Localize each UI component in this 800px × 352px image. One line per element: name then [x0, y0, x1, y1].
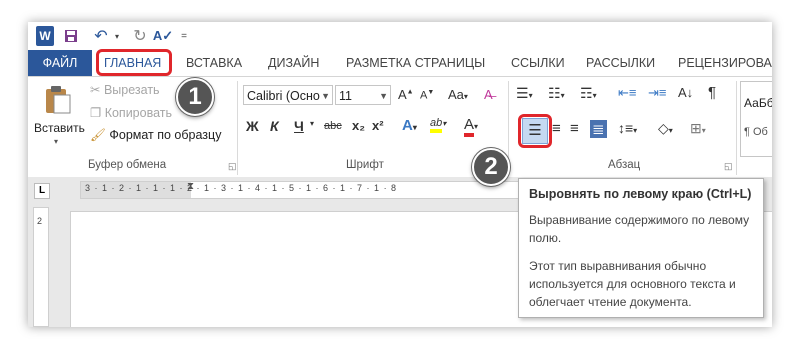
format-painter-label: Формат по образцу [109, 128, 222, 142]
redo-icon[interactable]: ↻ [130, 26, 150, 46]
spellcheck-icon[interactable]: A✓ [152, 26, 174, 46]
line-spacing-button[interactable]: ↕≡▾ [618, 120, 637, 136]
ribbon-home: Вставить ▾ ✂ Вырезать ❐ Копировать 🖌 Фор… [28, 76, 772, 178]
numbered-list-icon: ☷ [548, 85, 561, 101]
paragraph-group-label: Абзац [608, 159, 641, 171]
tab-mailings[interactable]: РАССЫЛКИ [586, 50, 655, 76]
line-spacing-icon: ↕≡ [618, 120, 634, 136]
underline-button[interactable]: Ч [294, 118, 304, 134]
cut-label: Вырезать [103, 83, 160, 97]
quick-access-toolbar: W ↶ ▾ ↻ A✓ = [28, 22, 772, 50]
borders-icon: ⊞ [690, 120, 702, 136]
font-name-select[interactable]: Calibri (Осно ▼ [243, 85, 333, 105]
tooltip-line2: Этот тип выравнивания обычно используетс… [529, 259, 736, 309]
change-case-icon: Aa [448, 87, 464, 102]
indent-marker-icon[interactable]: ⧗ [187, 181, 194, 192]
text-effects-icon: A [402, 117, 413, 134]
borders-button[interactable]: ⊞▾ [690, 120, 706, 137]
align-right-icon[interactable]: ≡ [570, 120, 579, 137]
subscript-button[interactable]: x₂ [352, 118, 365, 133]
style-preview: АаБб [744, 96, 772, 110]
paste-dropdown-icon: ▾ [54, 137, 59, 146]
tooltip-title: Выровнять по левому краю (Ctrl+L) [529, 187, 752, 201]
step-badge-2: 2 [472, 148, 510, 186]
change-case-button[interactable]: Aa▾ [448, 87, 468, 102]
bullet-list-icon: ☰ [516, 85, 529, 101]
shading-button[interactable]: ◇▾ [658, 120, 673, 137]
tab-file[interactable]: ФАЙЛ [28, 50, 92, 76]
vertical-ruler-mark: 2 [37, 216, 43, 226]
paste-button[interactable]: Вставить ▾ [34, 83, 85, 155]
copy-icon: ❐ [90, 106, 105, 120]
font-size-value: 11 [339, 89, 352, 103]
increase-indent-icon[interactable]: ⇥≡ [648, 85, 666, 101]
superscript-button[interactable]: x² [372, 118, 384, 133]
justify-icon[interactable]: ≣ [590, 120, 607, 138]
tab-selector[interactable]: L [34, 183, 50, 199]
italic-button[interactable]: К [270, 118, 279, 134]
clipboard-launcher-icon[interactable]: ◱ [228, 161, 237, 172]
tooltip-line1: Выравнивание содержимого по левому полю. [529, 213, 750, 245]
numbering-button[interactable]: ☷▾ [548, 85, 565, 102]
style-normal[interactable]: АаБб ¶ Об [740, 81, 772, 157]
home-tab-highlight [96, 49, 172, 76]
sort-icon[interactable]: A↓ [678, 85, 693, 100]
tab-design[interactable]: ДИЗАЙН [268, 50, 319, 76]
separator [736, 81, 737, 175]
tab-insert[interactable]: ВСТАВКА [186, 50, 242, 76]
tab-review[interactable]: РЕЦЕНЗИРОВАН [678, 50, 772, 76]
font-color-icon: A [464, 116, 475, 137]
shrink-font-button[interactable]: A▼ [420, 89, 434, 102]
multilevel-list-button[interactable]: ☶▾ [580, 85, 597, 102]
font-name-value: Calibri (Осно [247, 89, 320, 103]
format-painter-button[interactable]: 🖌 Формат по образцу [90, 128, 221, 143]
clipboard-group-label: Буфер обмена [88, 159, 167, 171]
scissors-icon: ✂ [90, 83, 104, 97]
separator [237, 81, 238, 175]
font-size-select[interactable]: 11 ▼ [335, 85, 391, 105]
save-icon[interactable] [62, 26, 80, 46]
decrease-indent-icon[interactable]: ⇤≡ [618, 85, 636, 101]
customize-qat-icon[interactable]: = [178, 26, 190, 46]
bold-button[interactable]: Ж [246, 118, 259, 134]
multilevel-list-icon: ☶ [580, 85, 593, 101]
brush-icon: 🖌 [90, 128, 106, 142]
clear-formatting-icon[interactable]: A̶ [484, 87, 493, 102]
font-color-button[interactable]: A▾ [464, 116, 478, 137]
copy-button[interactable]: ❐ Копировать [90, 105, 172, 120]
strikethrough-button[interactable]: abc [324, 120, 342, 132]
word-app-icon[interactable]: W [36, 26, 54, 46]
grow-font-icon: A [398, 87, 407, 102]
cut-button[interactable]: ✂ Вырезать [90, 82, 160, 97]
highlight-icon: ab [430, 117, 443, 133]
paste-label: Вставить [34, 121, 85, 135]
style-name: ¶ Об [744, 126, 768, 138]
step-badge-1: 1 [176, 78, 214, 116]
ruler-ticks: 3 · 1 · 2 · 1 · 1 · 1 · 2 · 1 · 3 · 1 · … [85, 183, 398, 193]
paragraph-launcher-icon[interactable]: ◱ [724, 161, 733, 172]
bullets-button[interactable]: ☰▾ [516, 85, 533, 102]
clipboard-icon [46, 86, 71, 114]
word-window: W ↶ ▾ ↻ A✓ = ФАЙЛ ГЛАВНАЯ ВСТАВКА ДИЗАЙН… [28, 22, 772, 327]
align-center-icon[interactable]: ≡ [552, 120, 561, 137]
grow-font-button[interactable]: A▲ [398, 87, 414, 102]
vertical-ruler[interactable]: 2 [33, 207, 49, 327]
underline-dropdown-icon[interactable]: ▾ [310, 119, 314, 128]
tab-references[interactable]: ССЫЛКИ [511, 50, 565, 76]
horizontal-ruler[interactable]: 3 · 1 · 2 · 1 · 1 · 1 · 2 · 1 · 3 · 1 · … [80, 181, 550, 199]
copy-label: Копировать [104, 106, 172, 120]
chevron-down-icon: ▼ [321, 91, 330, 101]
font-group-label: Шрифт [346, 159, 384, 171]
chevron-down-icon: ▼ [379, 91, 388, 101]
highlight-button[interactable]: ab▾ [430, 117, 446, 133]
text-effects-button[interactable]: A▾ [402, 117, 417, 134]
show-marks-button[interactable]: ¶ [708, 84, 716, 101]
undo-icon[interactable]: ↶ [90, 26, 112, 46]
paint-bucket-icon: ◇ [658, 120, 669, 136]
tooltip: Выровнять по левому краю (Ctrl+L) Выравн… [518, 178, 764, 318]
align-left-highlight [518, 114, 552, 148]
tab-page-layout[interactable]: РАЗМЕТКА СТРАНИЦЫ [346, 50, 485, 76]
undo-dropdown-icon[interactable]: ▾ [112, 26, 122, 46]
